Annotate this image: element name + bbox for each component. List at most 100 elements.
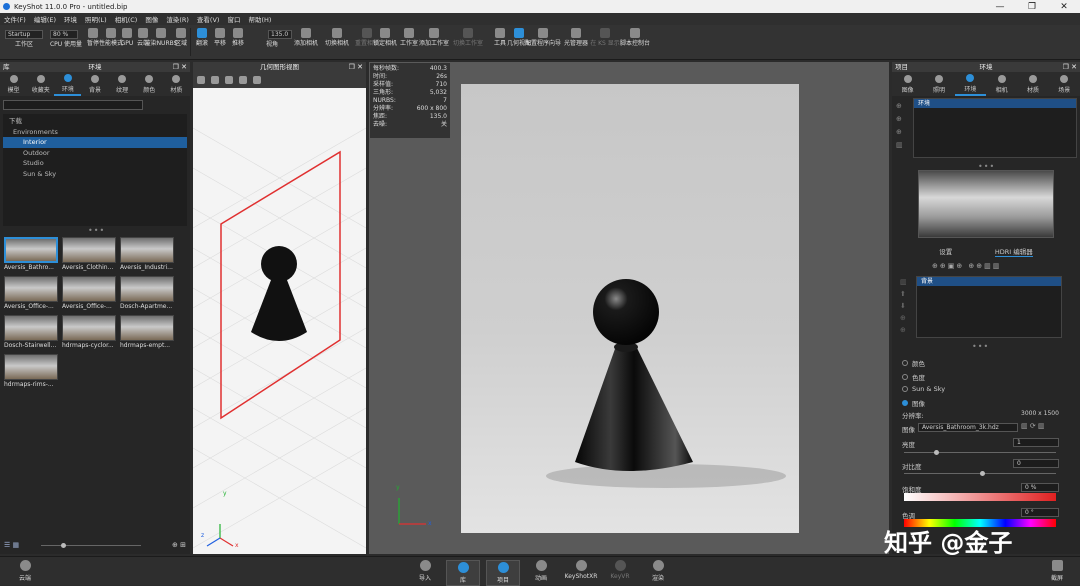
workspace-label[interactable]: 工作区	[15, 41, 33, 48]
duplicate-icon[interactable]: ⊕	[896, 115, 903, 123]
radio-sun-sky[interactable]: Sun & Sky	[902, 385, 945, 393]
tab-settings[interactable]: 设置	[939, 246, 952, 257]
minimize-button[interactable]: —	[984, 2, 1016, 12]
splitter-handle[interactable]: •••	[88, 226, 105, 235]
contrast-input[interactable]: 0	[1013, 459, 1059, 468]
tab-backgrounds[interactable]: 背景	[81, 72, 108, 96]
slider-knob[interactable]	[934, 450, 939, 455]
keyvr-button[interactable]: KeyVR	[603, 560, 637, 580]
add-icon[interactable]: ⊕	[896, 102, 903, 110]
list-view-icon[interactable]: ☰ ▦	[4, 541, 19, 549]
switch-camera-button[interactable]: 切换相机	[324, 28, 350, 47]
perspective-label[interactable]: 视角	[266, 41, 278, 48]
thumbnail-item[interactable]: Aversis_Office-...	[4, 276, 58, 311]
workspace-combo[interactable]: Startup	[5, 30, 43, 39]
animation-button[interactable]: 动画	[524, 560, 558, 582]
script-console-button[interactable]: 脚本控制台	[620, 28, 650, 47]
tree-item-sun-sky[interactable]: Sun & Sky	[3, 169, 187, 180]
menu-render[interactable]: 渲染(R)	[162, 14, 193, 24]
tab-environments[interactable]: 环境	[54, 72, 82, 96]
contrast-slider[interactable]	[904, 471, 1056, 476]
render-button[interactable]: 渲染	[641, 560, 675, 582]
tab-lighting[interactable]: 照明	[923, 72, 954, 96]
saturation-gradient-slider[interactable]	[904, 493, 1056, 501]
layer-settings-icon[interactable]: ⊕	[900, 326, 907, 334]
splitter-handle[interactable]: •••	[972, 342, 989, 351]
search-input[interactable]	[3, 100, 143, 110]
thumbnail-item[interactable]: Aversis_Office-...	[62, 276, 116, 311]
layer-down-icon[interactable]: ⬇	[900, 302, 907, 310]
thumbnail-item[interactable]: Aversis_Clothin...	[62, 237, 116, 272]
copy-icon[interactable]: ⊕	[896, 128, 903, 136]
thumbnail-item[interactable]: Dosch-Apartme...	[120, 276, 174, 311]
screenshot-button[interactable]: 截屏	[1040, 560, 1074, 582]
tab-environment[interactable]: 环境	[954, 72, 986, 96]
camera-icon[interactable]	[211, 76, 219, 84]
tab-materials[interactable]: 材质	[163, 72, 190, 96]
environment-list-item[interactable]: 环境	[914, 99, 1076, 108]
image-file-actions[interactable]: ▥ ⟳ ▥	[1021, 422, 1045, 430]
thumbnail-item[interactable]: hdrmaps-empt...	[120, 315, 174, 350]
menu-window[interactable]: 窗口	[223, 14, 244, 24]
folder-icon[interactable]: ⊕ ⊞	[172, 541, 186, 549]
layer-up-icon[interactable]: ⬆	[900, 290, 907, 298]
thumbnail-item[interactable]: hdrmaps-cyclor...	[62, 315, 116, 350]
cpu-combo[interactable]: 80 %	[50, 30, 78, 39]
background-layer-item[interactable]: 背景	[917, 277, 1061, 286]
settings-icon[interactable]	[197, 76, 205, 84]
thumbnail-item[interactable]: hdrmaps-rims-...	[4, 354, 58, 389]
slider-knob[interactable]	[61, 542, 67, 548]
tree-item-downloads[interactable]: 下载	[3, 116, 187, 127]
tree-item-interior[interactable]: Interior	[3, 137, 187, 148]
light-manager-button[interactable]: 光管理器	[561, 28, 591, 47]
menu-help[interactable]: 帮助(H)	[244, 14, 275, 24]
cloud-library-button[interactable]: 云端	[8, 560, 42, 582]
tab-scene[interactable]: 场景	[1049, 72, 1080, 96]
tab-favorites[interactable]: 收藏夹	[27, 72, 54, 96]
add-camera-button[interactable]: 添加相机	[293, 28, 319, 47]
hdri-editor-toolbar[interactable]: ⊕⊕▣⊕ ⊕⊕▥▥	[932, 262, 1001, 270]
configurator-wizard-button[interactable]: 配置程序向导	[525, 28, 561, 47]
menu-edit[interactable]: 编辑(E)	[30, 14, 60, 24]
radio-color[interactable]: 颜色	[902, 358, 925, 368]
brightness-slider[interactable]	[904, 450, 1056, 455]
radio-image[interactable]: 图像	[902, 398, 925, 408]
fov-input[interactable]: 135.0	[268, 30, 292, 39]
close-button[interactable]: ✕	[1048, 2, 1080, 12]
tree-item-environments[interactable]: Environments	[3, 127, 187, 138]
maximize-button[interactable]: ❐	[1016, 2, 1048, 12]
layer-add-icon[interactable]: ▥	[900, 278, 907, 286]
keyshotxr-button[interactable]: KeyShotXR	[564, 560, 598, 580]
hue-input[interactable]: 0 °	[1021, 508, 1059, 517]
menu-image[interactable]: 图像	[141, 14, 162, 24]
panel-close-icon[interactable]: ❐ ✕	[349, 62, 363, 72]
frame-icon[interactable]	[225, 76, 233, 84]
tab-colors[interactable]: 颜色	[136, 72, 163, 96]
cpu-usage-label[interactable]: CPU 使用量	[50, 41, 82, 48]
menu-camera[interactable]: 相机(C)	[111, 14, 142, 24]
panel-close-icon[interactable]: ❐ ✕	[173, 62, 187, 72]
menu-view[interactable]: 查看(V)	[193, 14, 224, 24]
thumbnail-item[interactable]: Aversis_Industri...	[120, 237, 174, 272]
menu-environment[interactable]: 环境	[60, 14, 81, 24]
radio-gradient[interactable]: 色度	[902, 372, 925, 382]
hdri-preview[interactable]	[918, 170, 1054, 238]
tab-hdri-editor[interactable]: HDRI 编辑器	[994, 246, 1033, 257]
brightness-input[interactable]: 1	[1013, 438, 1059, 447]
thumbnail-size-slider[interactable]	[41, 542, 142, 548]
image-file-field[interactable]: Aversis_Bathroom_3k.hdz	[918, 423, 1018, 432]
show-in-ks-button[interactable]: 在 KS 显示	[590, 28, 620, 47]
tab-camera[interactable]: 相机	[986, 72, 1017, 96]
tree-item-studio[interactable]: Studio	[3, 158, 187, 169]
geometry-viewport[interactable]	[193, 88, 366, 554]
switch-studio-button[interactable]: 切换工作室	[453, 28, 483, 47]
thumbnail-item[interactable]: Aversis_Bathro...	[4, 237, 58, 272]
tree-item-outdoor[interactable]: Outdoor	[3, 148, 187, 159]
thumbnail-item[interactable]: Dosch-Stairwell...	[4, 315, 58, 350]
slider-knob[interactable]	[980, 471, 985, 476]
layer-folder-icon[interactable]: ⊕	[900, 314, 907, 322]
panel-close-icon[interactable]: ❐ ✕	[1063, 62, 1077, 72]
delete-icon[interactable]: ▥	[896, 141, 903, 149]
view-icon[interactable]	[239, 76, 247, 84]
tab-textures[interactable]: 纹理	[109, 72, 136, 96]
